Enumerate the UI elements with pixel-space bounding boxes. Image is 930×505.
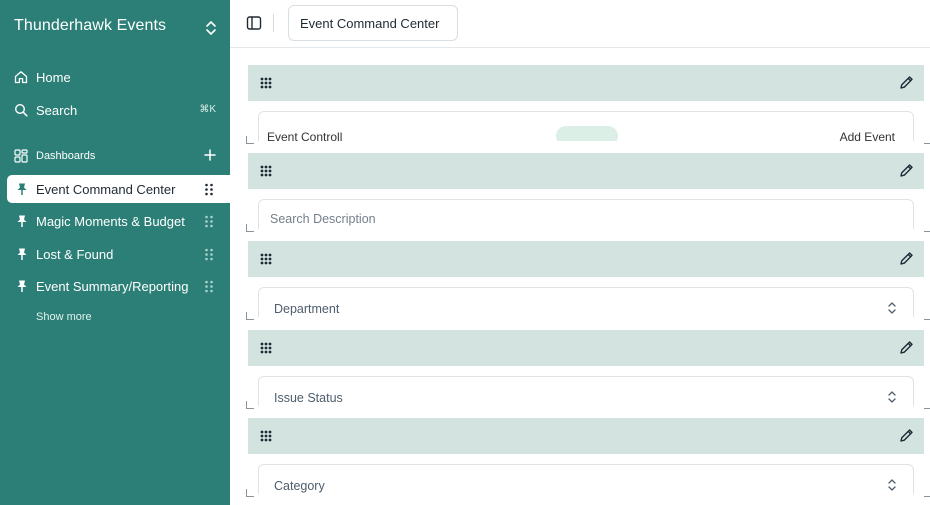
dashboard-block-issue-status: Issue Status [246,330,930,409]
workspace-name: Thunderhawk Events [14,17,167,34]
grip-dots-icon[interactable] [204,215,214,228]
pencil-icon[interactable] [899,163,914,178]
drag-handle-icon[interactable] [260,430,272,442]
grip-dots-icon[interactable] [204,183,214,196]
chevron-updown-icon [888,391,896,403]
dashboard-block-table: Event Controll Add Event [246,65,930,144]
resize-handle-left[interactable] [246,312,254,320]
pencil-icon[interactable] [899,340,914,355]
sidebar-item-label: Event Summary/Reporting [36,278,189,294]
show-more-link[interactable]: Show more [36,311,92,323]
chevron-updown-icon [206,21,216,35]
plus-icon[interactable] [204,149,216,161]
pin-icon [17,280,27,292]
drag-handle-icon[interactable] [260,342,272,354]
search-description-input[interactable]: Search Description [258,199,914,229]
table-preview[interactable]: Event Controll Add Event [258,111,914,141]
topbar: Event Command Center [230,0,930,48]
block-body: Issue Status [248,366,924,406]
add-event-button[interactable]: Add Event [840,130,895,141]
category-select[interactable]: Category [258,464,914,494]
resize-handle-right[interactable] [924,401,930,409]
dashboard-block-category: Category [246,418,930,497]
pencil-icon[interactable] [899,75,914,90]
block-header [248,330,924,366]
pin-icon [17,248,27,260]
block-body: Department [248,277,924,317]
dashboards-label: Dashboards [36,150,96,162]
search-placeholder: Search Description [270,212,376,226]
resize-handle-right[interactable] [924,489,930,497]
drag-handle-icon[interactable] [260,253,272,265]
sidebar-item-lost-found[interactable]: Lost & Found [7,240,230,268]
select-label: Issue Status [274,391,343,405]
chevron-updown-icon [888,479,896,491]
nav-search-label: Search [36,102,78,118]
resize-handle-right[interactable] [924,312,930,320]
resize-handle-right[interactable] [924,136,930,144]
chevron-updown-icon [888,302,896,314]
sidebar-toggle-icon[interactable] [246,15,262,31]
block-header [248,418,924,454]
grip-dots-icon[interactable] [204,280,214,293]
department-select[interactable]: Department [258,287,914,317]
status-badge [556,126,618,141]
pencil-icon[interactable] [899,251,914,266]
table-title: Event Controll [267,130,343,141]
nav-home-label: Home [36,69,71,85]
block-header [248,65,924,101]
resize-handle-left[interactable] [246,224,254,232]
drag-handle-icon[interactable] [260,165,272,177]
search-icon [14,103,28,117]
dashboard-block-search: Search Description [246,153,930,232]
nav-home[interactable]: Home [14,66,218,88]
block-header [248,153,924,189]
pin-icon [17,215,27,227]
block-body: Event Controll Add Event [248,101,924,141]
sidebar-item-label: Event Command Center [36,181,176,197]
page-title[interactable]: Event Command Center [288,5,458,41]
select-label: Department [274,302,340,316]
sidebar-item-magic-moments-budget[interactable]: Magic Moments & Budget [7,207,230,235]
topbar-divider [273,14,274,32]
block-body: Search Description [248,189,924,229]
home-icon [14,71,28,84]
grip-dots-icon[interactable] [204,248,214,261]
resize-handle-left[interactable] [246,401,254,409]
dashboards-section: Dashboards [14,146,218,166]
dashboard-block-department: Department [246,241,930,320]
dashboard-grid-icon [14,149,28,163]
select-label: Category [274,479,325,493]
sidebar-item-event-command-center[interactable]: Event Command Center [7,175,230,203]
drag-handle-icon[interactable] [260,77,272,89]
search-shortcut: ⌘K [199,104,216,115]
resize-handle-left[interactable] [246,136,254,144]
resize-handle-right[interactable] [924,224,930,232]
issue-status-select[interactable]: Issue Status [258,376,914,406]
nav-search[interactable]: Search ⌘K [14,99,218,121]
pin-icon [17,183,27,195]
sidebar: Thunderhawk Events Home Search ⌘K Dashbo… [0,0,230,505]
sidebar-item-label: Magic Moments & Budget [36,213,185,229]
block-body: Category [248,454,924,494]
pencil-icon[interactable] [899,428,914,443]
workspace-switcher[interactable]: Thunderhawk Events [14,17,218,39]
sidebar-item-event-summary-reporting[interactable]: Event Summary/Reporting [7,272,230,300]
sidebar-item-label: Lost & Found [36,246,114,262]
resize-handle-left[interactable] [246,489,254,497]
block-header [248,241,924,277]
